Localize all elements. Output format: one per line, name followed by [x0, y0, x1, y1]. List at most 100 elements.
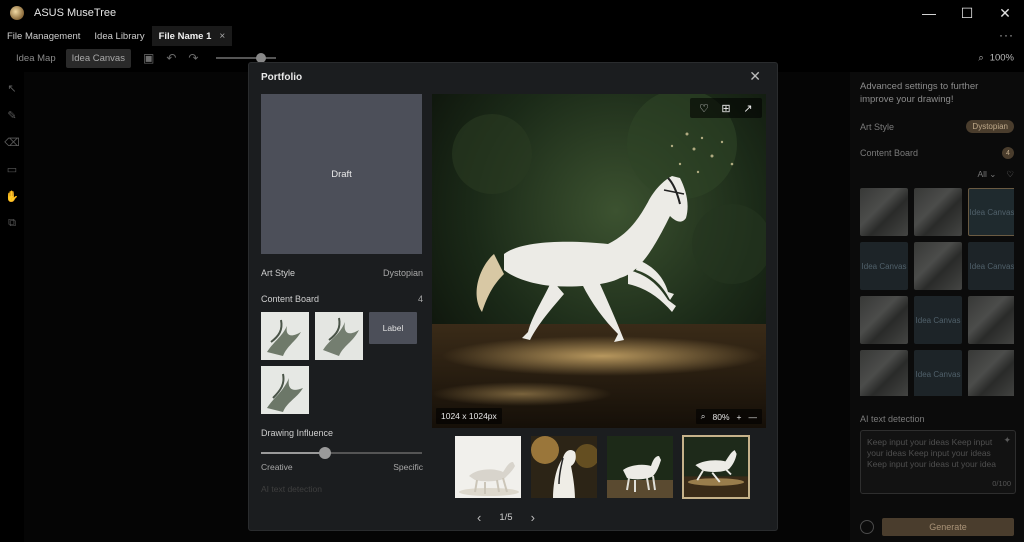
- white-horse-image: [432, 94, 766, 428]
- select-tool-icon[interactable]: ↖: [7, 82, 16, 95]
- maximize-button[interactable]: ☐: [948, 0, 986, 26]
- content-board-thumb[interactable]: [860, 296, 908, 344]
- drawing-influence-label: Drawing Influence: [261, 428, 334, 438]
- idea-canvas-button[interactable]: Idea Canvas: [65, 48, 131, 68]
- faded-section-label: AI text detection: [261, 484, 322, 494]
- content-board-count: 4: [1002, 147, 1014, 159]
- result-thumb-3[interactable]: [606, 435, 674, 499]
- hand-tool-icon[interactable]: ✋: [5, 190, 19, 203]
- content-board-grid: Idea Canvas Idea Canvas Idea Canvas Idea Ca…: [860, 188, 1014, 396]
- result-thumbnails: [454, 435, 750, 499]
- content-board-label: Content Board: [860, 148, 919, 158]
- filter-label: All: [977, 169, 987, 179]
- zoom-control[interactable]: ⌕ 100%: [978, 53, 1014, 64]
- filter-dropdown[interactable]: All ⌄: [977, 169, 996, 180]
- zoom-icon: ⌕: [700, 411, 706, 421]
- content-board-thumb[interactable]: [968, 350, 1014, 396]
- art-style-row: Art Style Dystopian: [261, 268, 423, 278]
- ai-sparkle-icon[interactable]: ✦: [1003, 435, 1011, 446]
- generate-button[interactable]: Generate: [882, 518, 1014, 536]
- art-style-row: Art Style Dystopian: [860, 120, 1014, 133]
- content-board-thumb[interactable]: [860, 188, 908, 236]
- redo-icon[interactable]: ↷: [188, 51, 198, 65]
- brush-size-slider[interactable]: [216, 53, 277, 63]
- zoom-in-icon[interactable]: +: [737, 412, 742, 422]
- slider-knob[interactable]: [319, 447, 332, 459]
- result-thumb-4-selected[interactable]: [682, 435, 750, 499]
- page-indicator: 1/5: [499, 512, 513, 523]
- tool-rail: ↖ ✎ ⌫ ▭ ✋ ⧉: [0, 72, 24, 230]
- app-title: ASUS MuseTree: [34, 7, 117, 19]
- content-thumb[interactable]: [261, 366, 309, 414]
- content-board-row: Content Board 4: [261, 294, 423, 304]
- art-style-value: Dystopian: [382, 268, 423, 278]
- influence-high-label: Specific: [393, 462, 423, 472]
- portfolio-details: Draft Art Style Dystopian Content Board …: [261, 94, 423, 494]
- shape-tool-icon[interactable]: ▭: [7, 163, 17, 176]
- content-thumb[interactable]: [261, 312, 309, 360]
- pagination: ‹ 1/5 ›: [477, 510, 535, 525]
- idea-map-button[interactable]: Idea Map: [10, 49, 62, 68]
- char-counter: 0/100: [992, 479, 1011, 488]
- influence-range-labels: Creative Specific: [261, 462, 423, 472]
- crop-tool-icon[interactable]: ⧉: [8, 217, 16, 230]
- minimize-button[interactable]: —: [910, 0, 948, 26]
- previous-page-icon[interactable]: ‹: [477, 510, 481, 525]
- pen-tool-icon[interactable]: ✎: [7, 109, 16, 122]
- close-window-button[interactable]: ✕: [986, 0, 1024, 26]
- content-board-label: Content Board: [261, 294, 320, 304]
- ai-text-detection-label: AI text detection: [860, 414, 925, 424]
- tab-file-management[interactable]: File Management: [0, 26, 87, 46]
- save-icon[interactable]: ▣: [143, 51, 154, 65]
- generate-bar: Generate: [860, 518, 1014, 536]
- draft-label: Draft: [331, 168, 352, 180]
- title-bar: ASUS MuseTree — ☐ ✕: [0, 0, 1024, 26]
- drawing-influence-slider[interactable]: [261, 447, 422, 459]
- art-style-label: Art Style: [261, 268, 296, 278]
- content-board-label-tile[interactable]: Idea Canvas: [860, 242, 908, 290]
- add-to-board-icon[interactable]: ⊞: [716, 101, 736, 115]
- preview-actions: ♡ ⊞ ↗: [690, 98, 762, 118]
- content-label-tile[interactable]: Label: [369, 312, 417, 344]
- content-board-thumb[interactable]: [914, 242, 962, 290]
- history-icon[interactable]: [860, 520, 874, 534]
- content-filter: All ⌄ ♡: [860, 169, 1014, 180]
- right-settings-panel: Advanced settings to further improve you…: [850, 72, 1024, 542]
- close-icon[interactable]: ✕: [749, 68, 761, 85]
- idea-text-input[interactable]: Keep input your ideas Keep input your id…: [860, 430, 1016, 494]
- content-board-label-tile[interactable]: Idea Canvas: [968, 188, 1014, 236]
- zoom-level: 100%: [989, 52, 1014, 64]
- export-icon[interactable]: ↗: [738, 101, 758, 115]
- image-size-badge: 1024 x 1024px: [436, 408, 502, 424]
- zoom-out-icon[interactable]: —: [749, 412, 758, 422]
- window-controls: — ☐ ✕: [910, 0, 1024, 26]
- result-thumb-1[interactable]: [454, 435, 522, 499]
- undo-icon[interactable]: ↶: [166, 51, 176, 65]
- result-thumb-2[interactable]: [530, 435, 598, 499]
- settings-heading: Advanced settings to further improve you…: [860, 81, 979, 105]
- art-style-chip[interactable]: Dystopian: [966, 120, 1014, 133]
- image-preview[interactable]: ♡ ⊞ ↗ 1024 x 1024px ⌕ 80% + —: [432, 94, 766, 428]
- content-board-label-tile[interactable]: Idea Canvas: [914, 350, 962, 396]
- draft-preview[interactable]: Draft: [261, 94, 422, 254]
- content-board-label-tile[interactable]: Idea Canvas: [914, 296, 962, 344]
- tab-close-icon[interactable]: ×: [219, 31, 225, 42]
- favorite-icon[interactable]: ♡: [1006, 169, 1014, 180]
- content-board-row: Content Board 4: [860, 147, 1014, 159]
- idea-text-placeholder: Keep input your ideas Keep input your id…: [867, 437, 997, 469]
- content-board-label-tile[interactable]: Idea Canvas: [968, 242, 1014, 290]
- app-logo-icon: [10, 6, 24, 20]
- favorite-icon[interactable]: ♡: [694, 101, 714, 115]
- more-options-icon[interactable]: ···: [999, 28, 1014, 42]
- next-page-icon[interactable]: ›: [531, 510, 535, 525]
- content-board-thumb[interactable]: [860, 350, 908, 396]
- tab-file-name-1[interactable]: File Name 1 ×: [151, 26, 233, 46]
- tab-bar: File Management Idea Library File Name 1…: [0, 26, 1024, 46]
- content-board-thumb[interactable]: [914, 188, 962, 236]
- content-thumb[interactable]: [315, 312, 363, 360]
- content-board-thumb[interactable]: [968, 296, 1014, 344]
- dialog-title: Portfolio: [261, 72, 303, 83]
- zoom-icon: ⌕: [978, 52, 984, 64]
- eraser-tool-icon[interactable]: ⌫: [4, 136, 20, 149]
- tab-idea-library[interactable]: Idea Library: [87, 26, 151, 46]
